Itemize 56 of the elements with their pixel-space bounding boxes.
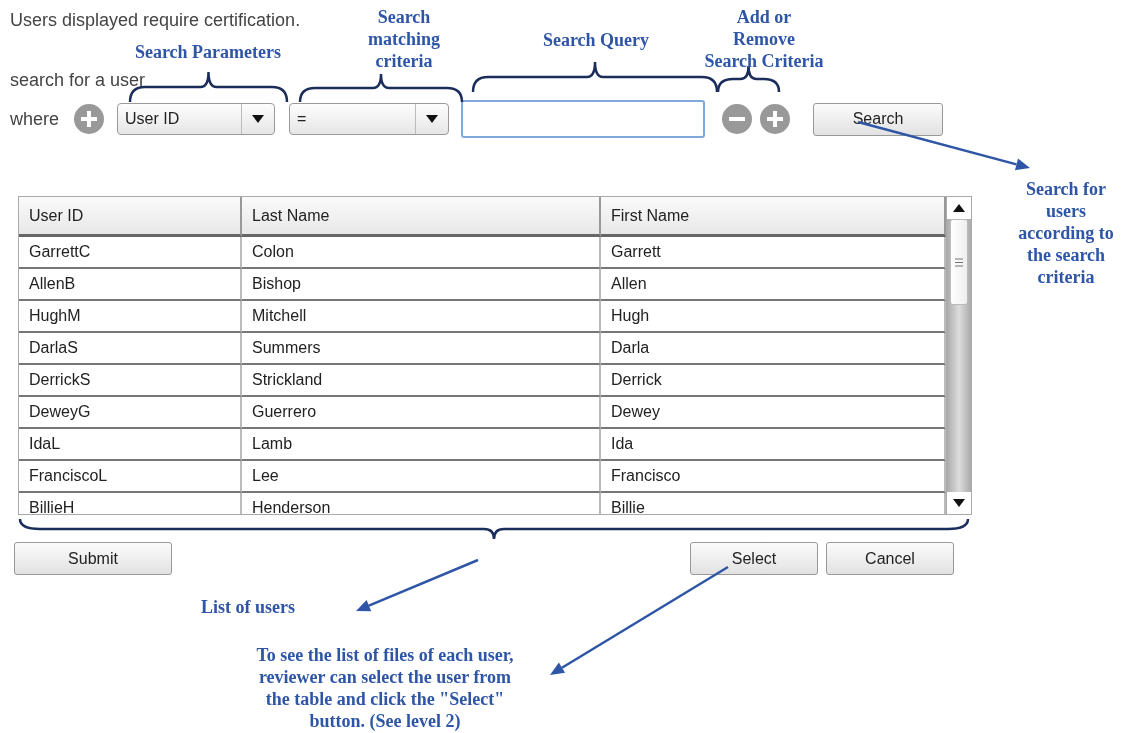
table-cell: Derrick (601, 365, 946, 397)
search-button[interactable]: Search (813, 102, 944, 136)
column-header[interactable]: Last Name (242, 197, 601, 237)
table-cell: GarrettC (19, 237, 242, 269)
dialog-button[interactable]: Cancel (826, 542, 954, 575)
table-cell: Lee (242, 461, 601, 493)
table-cell: BillieH (19, 493, 242, 514)
table-cell: Strickland (242, 365, 601, 397)
search-query-field[interactable] (461, 100, 706, 138)
column-header[interactable]: User ID (19, 197, 242, 237)
table-cell: Garrett (601, 237, 946, 269)
intro-text: Users displayed require certification. (10, 9, 301, 32)
table-cell: Summers (242, 333, 601, 365)
scroll-thumb[interactable] (950, 219, 968, 305)
table-cell: Lamb (242, 429, 601, 461)
table-cell: Francisco (601, 461, 946, 493)
table-cell: Guerrero (242, 397, 601, 429)
annotation-text: Search Query (541, 29, 651, 51)
table-cell: FranciscoL (19, 461, 242, 493)
table-cell: Mitchell (242, 301, 601, 333)
operator-dropdown[interactable]: = (289, 103, 450, 135)
table-cell: Dewey (601, 397, 946, 429)
annotation-text: Add or Remove Search Criteria (703, 6, 825, 72)
table-cell: DarlaS (19, 333, 242, 365)
grip-icon (955, 257, 963, 267)
table-cell: IdaL (19, 429, 242, 461)
column-header[interactable]: First Name (601, 197, 946, 237)
table-cell: AllenB (19, 269, 242, 301)
plus-circle-icon[interactable] (73, 103, 106, 135)
minus-circle-icon[interactable] (721, 103, 754, 135)
scroll-down-icon[interactable] (953, 499, 965, 507)
table-cell: Henderson (242, 493, 601, 514)
plus-circle-icon[interactable] (759, 103, 792, 135)
table-cell: HughM (19, 301, 242, 333)
annotation-text: List of users (200, 596, 296, 618)
annotation-text: Search matching criteria (367, 6, 441, 72)
annotation-text: Search Parameters (133, 41, 283, 63)
annotation-text: Search for users according to the search criteria (1017, 178, 1115, 288)
table-cell: DerrickS (19, 365, 242, 397)
dialog-button[interactable]: Select (690, 542, 818, 575)
table-cell: Allen (601, 269, 946, 301)
field-dropdown[interactable]: User ID (117, 103, 276, 135)
scrollbar[interactable] (946, 197, 971, 514)
submit-button[interactable]: Submit (14, 542, 172, 575)
where-label: where (10, 108, 60, 130)
caret-icon[interactable] (426, 115, 439, 123)
table-cell: Darla (601, 333, 946, 365)
table-cell: Bishop (242, 269, 601, 301)
table-cell: DeweyG (19, 397, 242, 429)
table-cell: Hugh (601, 301, 946, 333)
table-cell: Colon (242, 237, 601, 269)
annotation-text: To see the list of files of each user, reviewer can select the user from the table and click the "Select" button. (See level 2) (255, 644, 515, 732)
search-label: search for a user (10, 69, 146, 92)
table-cell: Ida (601, 429, 946, 461)
caret-icon[interactable] (252, 115, 265, 123)
scroll-up-icon[interactable] (953, 204, 965, 212)
